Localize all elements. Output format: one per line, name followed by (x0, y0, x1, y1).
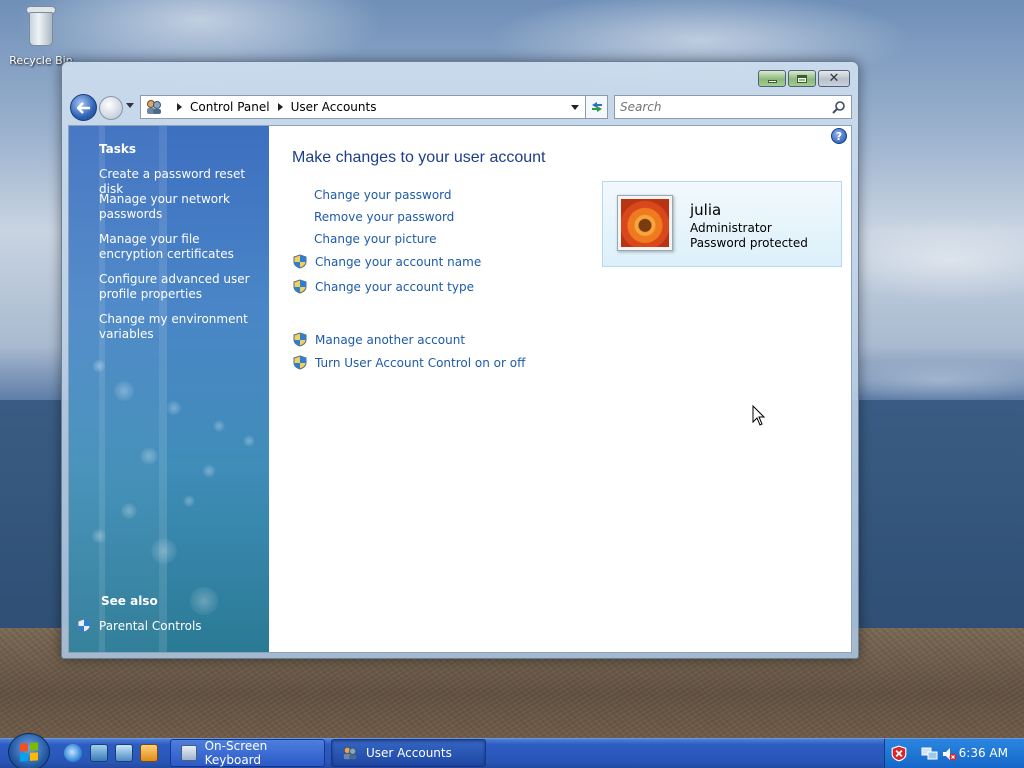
account-card: julia Administrator Password protected (602, 181, 842, 267)
task-pane: Tasks Create a password reset disk Manag… (69, 126, 269, 652)
account-name: julia (690, 201, 722, 219)
control-panel-icon (145, 99, 163, 115)
switch-windows-icon[interactable] (115, 744, 133, 762)
window-caption-buttons: ✕ (758, 70, 850, 87)
sidebar-link-advanced-profile-properties[interactable]: Configure advanced user profile properti… (99, 272, 259, 302)
keyboard-icon (181, 745, 197, 761)
change-account-name-label: Change your account name (315, 254, 482, 269)
recent-pages-dropdown[interactable] (126, 103, 134, 108)
back-button[interactable] (70, 94, 97, 121)
account-type: Administrator (690, 221, 772, 235)
close-icon: ✕ (828, 71, 840, 86)
search-input[interactable] (615, 96, 815, 118)
taskbar-button-user-accounts[interactable]: User Accounts (331, 739, 486, 767)
taskbar-button-label: On-Screen Keyboard (204, 739, 268, 767)
sidebar-link-network-passwords[interactable]: Manage your network passwords (99, 192, 259, 222)
breadcrumb-arrow-icon (177, 103, 182, 111)
change-account-type-label: Change your account type (315, 279, 474, 294)
shield-icon (77, 618, 91, 633)
start-button[interactable] (8, 733, 50, 768)
breadcrumb-control-panel[interactable]: Control Panel (190, 100, 270, 114)
recycle-bin-desktop-icon[interactable]: Recycle Bin (6, 2, 76, 67)
flower-picture-icon (621, 199, 669, 247)
arrow-left-icon (76, 101, 90, 114)
search-box[interactable] (614, 95, 852, 119)
navigation-bar: Control Panel User Accounts (68, 93, 852, 121)
uac-toggle-link[interactable]: Turn User Account Control on or off (293, 355, 525, 370)
change-account-type-link[interactable]: Change your account type (293, 279, 474, 294)
system-clock[interactable]: 6:36 AM (959, 746, 1008, 760)
show-desktop-icon[interactable] (90, 744, 108, 762)
sidebar-link-environment-variables[interactable]: Change my environment variables (99, 312, 259, 342)
minimize-button[interactable] (758, 70, 786, 87)
internet-explorer-icon[interactable] (64, 744, 82, 762)
sidebar-link-parental-controls[interactable]: Parental Controls (77, 618, 202, 633)
change-account-name-link[interactable]: Change your account name (293, 254, 481, 269)
mouse-cursor-icon (752, 405, 766, 426)
recycle-bin-icon (23, 2, 59, 48)
uac-shield-icon (293, 254, 307, 269)
windows-logo-icon (20, 742, 38, 762)
see-also-heading: See also (101, 594, 158, 608)
address-bar[interactable]: Control Panel User Accounts (140, 95, 586, 119)
maximize-icon (797, 74, 807, 83)
manage-another-account-link[interactable]: Manage another account (293, 332, 465, 347)
maximize-button[interactable] (788, 70, 816, 87)
search-icon[interactable] (832, 100, 846, 114)
user-accounts-icon (342, 745, 358, 761)
change-password-link[interactable]: Change your password (314, 188, 452, 202)
security-alert-icon[interactable] (891, 745, 907, 762)
remove-password-link[interactable]: Remove your password (314, 210, 454, 224)
taskbar-button-label: User Accounts (366, 746, 452, 760)
minimize-icon (767, 80, 777, 83)
tasks-heading: Tasks (99, 142, 137, 156)
manage-another-account-label: Manage another account (315, 332, 466, 347)
breadcrumb-arrow-icon (277, 103, 283, 111)
change-picture-link[interactable]: Change your picture (314, 232, 436, 246)
help-icon[interactable]: ? (831, 128, 847, 144)
refresh-icon (591, 102, 602, 112)
forward-button[interactable] (99, 96, 123, 120)
sidebar-link-encryption-certificates[interactable]: Manage your file encryption certificates (99, 232, 259, 262)
taskbar: On-Screen Keyboard User Accounts 6:36 AM (0, 733, 1024, 768)
breadcrumb-user-accounts[interactable]: User Accounts (291, 100, 377, 114)
avatar[interactable] (617, 195, 673, 251)
network-icon[interactable] (921, 746, 939, 762)
uac-shield-icon (293, 355, 307, 370)
uac-shield-icon (293, 279, 307, 294)
close-button[interactable]: ✕ (818, 70, 850, 87)
notification-area: 6:36 AM (884, 739, 1024, 768)
media-player-icon[interactable] (140, 744, 158, 762)
window-content: Tasks Create a password reset disk Manag… (68, 125, 852, 653)
volume-muted-icon[interactable] (941, 746, 957, 762)
refresh-button[interactable] (586, 95, 608, 119)
uac-shield-icon (293, 332, 307, 347)
taskbar-button-on-screen-keyboard[interactable]: On-Screen Keyboard (170, 739, 325, 767)
uac-toggle-label: Turn User Account Control on or off (315, 355, 526, 370)
account-password-status: Password protected (690, 236, 808, 250)
page-title: Make changes to your user account (292, 149, 546, 166)
address-dropdown-icon[interactable] (571, 105, 579, 110)
user-accounts-window: ✕ Control Panel User Accounts Tasks (61, 61, 859, 659)
parental-controls-label: Parental Controls (99, 618, 202, 633)
